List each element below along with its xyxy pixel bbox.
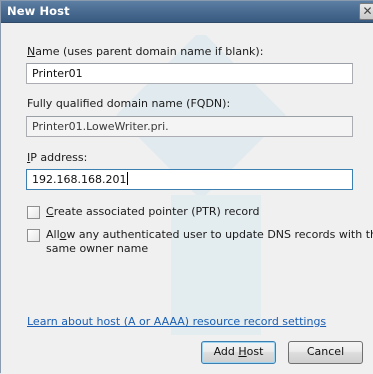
ptr-record-checkbox[interactable] (27, 206, 40, 219)
ip-address-label: IP address: (27, 151, 88, 164)
dialog-title: New Host (7, 4, 70, 18)
close-icon: ✕ (362, 4, 373, 18)
ip-address-value: 192.168.168.201 (32, 173, 127, 186)
fqdn-field[interactable]: Printer01.LoweWriter.pri. (26, 116, 353, 137)
dialog-body: Name (uses parent domain name if blank):… (1, 23, 373, 374)
help-link[interactable]: Learn about host (A or AAAA) resource re… (27, 315, 326, 328)
close-button[interactable]: ✕ (359, 3, 373, 20)
add-host-button[interactable]: Add Host (201, 341, 276, 364)
allow-update-checkbox[interactable] (27, 229, 40, 242)
text-caret (127, 172, 129, 185)
new-host-dialog: New Host ✕ Name (uses parent domain name… (0, 0, 373, 374)
title-bar[interactable]: New Host ✕ (1, 1, 373, 23)
cancel-button[interactable]: Cancel (288, 341, 363, 364)
name-label: Name (uses parent domain name if blank): (27, 45, 264, 58)
name-input-value: Printer01 (32, 67, 83, 80)
name-input[interactable]: Printer01 (26, 63, 353, 84)
fqdn-label: Fully qualified domain name (FQDN): (27, 97, 231, 110)
ptr-record-label[interactable]: Create associated pointer (PTR) record (46, 205, 259, 218)
allow-update-label-line2[interactable]: same owner name (46, 242, 148, 255)
fqdn-field-value: Printer01.LoweWriter.pri. (32, 120, 169, 133)
allow-update-label[interactable]: Allow any authenticated user to update D… (46, 228, 373, 241)
ip-address-input[interactable]: 192.168.168.201 (26, 169, 353, 190)
